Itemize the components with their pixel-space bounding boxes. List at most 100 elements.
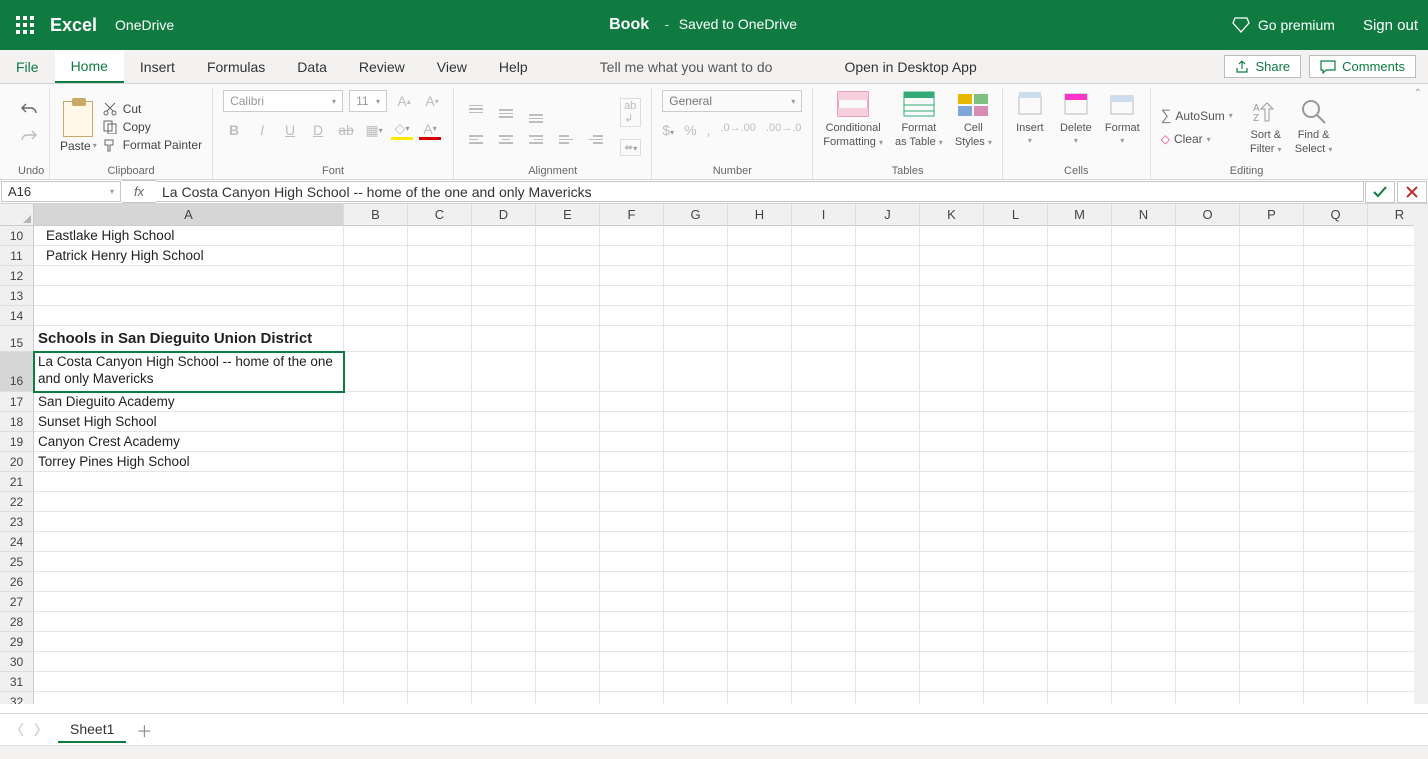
cell[interactable] [664, 492, 728, 512]
row-header[interactable]: 32 [0, 692, 34, 704]
increase-decimal-button[interactable]: .0→.00 [720, 122, 755, 138]
cell[interactable] [1240, 392, 1304, 412]
cell[interactable] [600, 472, 664, 492]
cell[interactable] [792, 592, 856, 612]
cell[interactable] [728, 512, 792, 532]
format-painter-button[interactable]: Format Painter [103, 138, 202, 152]
app-launcher-icon[interactable] [10, 10, 40, 40]
cell[interactable] [1240, 672, 1304, 692]
cell[interactable] [792, 532, 856, 552]
cell[interactable] [600, 392, 664, 412]
cell[interactable] [984, 532, 1048, 552]
row-header[interactable]: 11 [0, 246, 34, 266]
formula-accept-button[interactable] [1365, 181, 1395, 203]
cell[interactable] [472, 672, 536, 692]
cell[interactable] [1112, 492, 1176, 512]
cell[interactable] [1304, 472, 1368, 492]
row-header[interactable]: 20 [0, 452, 34, 472]
cell[interactable] [1176, 266, 1240, 286]
cell[interactable] [856, 632, 920, 652]
cell[interactable] [536, 612, 600, 632]
cell[interactable] [1176, 672, 1240, 692]
cell[interactable] [1048, 226, 1112, 246]
cell[interactable] [1112, 672, 1176, 692]
cell[interactable] [728, 432, 792, 452]
cell[interactable] [728, 246, 792, 266]
cell[interactable] [856, 692, 920, 704]
cell[interactable] [34, 692, 344, 704]
cell[interactable] [664, 652, 728, 672]
cell[interactable] [536, 552, 600, 572]
go-premium-button[interactable]: Go premium [1232, 17, 1335, 33]
column-header[interactable]: J [856, 204, 920, 226]
align-left-button[interactable] [464, 131, 488, 149]
cell[interactable] [984, 452, 1048, 472]
cell[interactable] [664, 612, 728, 632]
cell[interactable] [344, 612, 408, 632]
cell[interactable] [1304, 652, 1368, 672]
formula-cancel-button[interactable] [1397, 181, 1427, 203]
column-header[interactable]: I [792, 204, 856, 226]
row-header[interactable]: 19 [0, 432, 34, 452]
column-header[interactable]: G [664, 204, 728, 226]
cell[interactable] [1240, 632, 1304, 652]
cell[interactable] [536, 352, 600, 392]
cell[interactable] [1240, 412, 1304, 432]
cell[interactable] [1112, 452, 1176, 472]
cell[interactable] [600, 612, 664, 632]
cell[interactable] [1048, 326, 1112, 352]
cell[interactable] [408, 532, 472, 552]
cell[interactable]: Eastlake High School [34, 226, 344, 246]
strikethrough-button[interactable]: ab [335, 120, 357, 140]
column-header[interactable]: N [1112, 204, 1176, 226]
cell[interactable] [1240, 452, 1304, 472]
cell[interactable] [472, 392, 536, 412]
cell[interactable] [984, 412, 1048, 432]
cell[interactable] [728, 352, 792, 392]
cell[interactable] [536, 226, 600, 246]
cell[interactable] [34, 552, 344, 572]
cell[interactable] [792, 552, 856, 572]
cell[interactable] [34, 532, 344, 552]
cell[interactable] [600, 266, 664, 286]
cell[interactable] [1176, 412, 1240, 432]
cell[interactable] [600, 226, 664, 246]
cell[interactable] [664, 472, 728, 492]
cell[interactable] [472, 532, 536, 552]
cell[interactable] [984, 672, 1048, 692]
cell[interactable] [1176, 532, 1240, 552]
formula-input[interactable]: La Costa Canyon High School -- home of t… [156, 181, 1364, 202]
cell[interactable] [600, 326, 664, 352]
cell[interactable] [536, 572, 600, 592]
cell[interactable] [600, 246, 664, 266]
cell[interactable] [984, 652, 1048, 672]
cell[interactable] [472, 592, 536, 612]
open-in-desktop-button[interactable]: Open in Desktop App [828, 50, 992, 83]
cell[interactable] [920, 306, 984, 326]
cell[interactable] [344, 412, 408, 432]
cell[interactable] [728, 472, 792, 492]
grow-font-button[interactable]: A▴ [393, 91, 415, 111]
cell[interactable] [472, 512, 536, 532]
merge-button[interactable]: ⬌▾ [620, 139, 641, 156]
cell[interactable] [984, 612, 1048, 632]
cell[interactable] [856, 492, 920, 512]
wrap-text-button[interactable]: ab↲ [620, 98, 641, 127]
cell[interactable] [792, 512, 856, 532]
select-all-corner[interactable] [0, 204, 34, 226]
cell[interactable] [34, 652, 344, 672]
cell[interactable] [1240, 472, 1304, 492]
cell[interactable] [984, 352, 1048, 392]
cell[interactable] [1304, 226, 1368, 246]
row-header[interactable]: 24 [0, 532, 34, 552]
cell[interactable] [728, 632, 792, 652]
cell[interactable] [664, 392, 728, 412]
cell[interactable] [728, 266, 792, 286]
cell[interactable] [472, 432, 536, 452]
cell[interactable] [1304, 432, 1368, 452]
row-header[interactable]: 31 [0, 672, 34, 692]
cell[interactable] [1240, 572, 1304, 592]
tell-me-search[interactable]: Tell me what you want to do [584, 50, 789, 83]
cell[interactable] [792, 266, 856, 286]
cell[interactable] [1048, 392, 1112, 412]
